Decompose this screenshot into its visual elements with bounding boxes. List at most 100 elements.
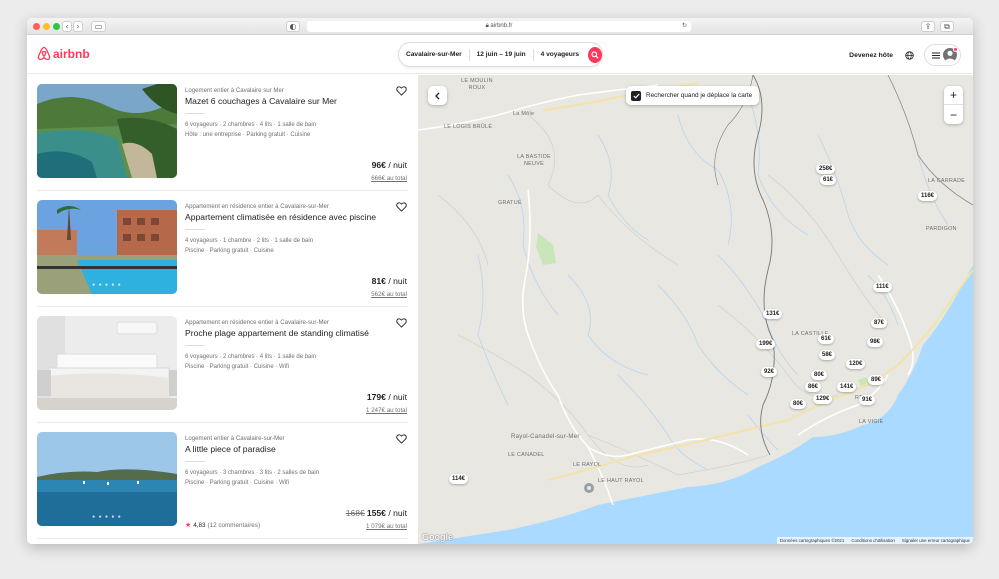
zoom-in-button[interactable]: + [944,86,963,105]
terms-link[interactable]: Conditions d'utilisation [851,538,895,543]
search-icon [591,50,599,59]
listing-photo[interactable] [37,316,177,410]
listing-photo[interactable]: ● ● ● ● ● [37,200,177,294]
price-pin[interactable]: 61€ [818,334,835,344]
map-place-label: Rayol-Canadel-sur-Mer [511,434,580,440]
price-pin[interactable]: 61€ [820,175,837,185]
site-header: airbnb Cavalaire-sur-Mer 12 juin – 19 ju… [27,35,973,74]
listing-photo[interactable] [37,84,177,178]
listing-type: Appartement en résidence entier à Cavala… [185,203,329,210]
search-location[interactable]: Cavalaire-sur-Mer [399,51,469,58]
heart-icon[interactable] [396,202,407,212]
price-pin[interactable]: 258€ [816,164,836,174]
map-place-label: La Môle [513,111,535,117]
price-pin[interactable]: 120€ [846,359,866,369]
listing-card[interactable]: Appartement en résidence entier à Cavala… [37,307,408,423]
map-place-label: LE MOULIN ROUX [461,78,493,91]
listing-type: Logement entier à Cavalaire sur Mer [185,87,284,94]
listing-card[interactable]: Logement entier à Cavalaire sur Mer Maze… [37,75,408,191]
airbnb-logo[interactable]: airbnb [37,46,90,61]
price-pin[interactable]: 111€ [873,282,892,292]
price-pin[interactable]: 98€ [867,337,884,347]
price-pin[interactable]: 80€ [811,370,828,380]
map-data-credit: Données cartographiques ©2021 [779,538,845,543]
tabs-overview-icon[interactable]: ⧉ [940,21,954,32]
search-guests[interactable]: 4 voyageurs [534,51,586,58]
price-pin[interactable]: 86€ [805,382,822,392]
listing-title[interactable]: Appartement climatisée en résidence avec… [185,212,407,222]
search-as-map-moves-toggle[interactable]: Rechercher quand je déplace la carte [626,86,760,105]
map-place-label: LE LOGIS BRÛLÉ [444,124,493,130]
heart-icon[interactable] [396,434,407,444]
listing-total-price[interactable]: 562€ au total [371,291,407,298]
globe-icon[interactable] [905,50,914,60]
listing-title[interactable]: Mazet 6 couchages à Cavalaire sur Mer [185,96,407,106]
map-back-button[interactable] [428,86,447,105]
report-error-link[interactable]: Signaler une erreur cartographique [902,538,970,543]
price-amount: 155€ [366,508,386,518]
search-dates[interactable]: 12 juin – 19 juin [470,51,533,58]
price-pin[interactable]: 87€ [871,318,888,328]
listing-title[interactable]: A little piece of paradise [185,444,407,454]
price-pin[interactable]: 114€ [449,474,469,484]
notification-dot [953,47,958,52]
listing-capacity: 6 voyageurs · 2 chambres · 4 lits · 1 sa… [185,122,317,128]
forward-nav-icon[interactable]: › [73,21,83,32]
chevron-left-icon [435,92,440,99]
listing-total-price[interactable]: 1 247€ au total [366,407,407,414]
header-actions: Devenez hôte [849,44,961,66]
review-count[interactable]: (12 commentaires) [208,522,261,529]
price-pin[interactable]: 141€ [837,382,857,392]
zoom-window-button[interactable] [53,23,60,30]
listing-amenities: Piscine · Parking gratuit · Cuisine · Wi… [185,364,290,370]
price-pin[interactable]: 89€ [868,375,885,385]
price-pin[interactable]: 92€ [761,367,778,377]
carousel-dots: ● ● ● ● ● [92,514,122,520]
minimize-window-button[interactable] [43,23,50,30]
price-amount: 179€ [366,392,386,402]
search-button[interactable] [588,46,602,63]
zoom-out-button[interactable]: − [944,105,963,124]
back-nav-icon[interactable]: ‹ [62,21,72,32]
user-menu-button[interactable] [924,44,961,66]
listing-rating: ★ 4,83 (12 commentaires) [185,521,261,530]
map-attribution: Données cartographiques ©2021 Conditions… [776,537,973,544]
listing-info: Logement entier à Cavalaire-sur-Mer A li… [185,435,407,488]
price-pin[interactable]: 129€ [813,394,833,404]
listing-price: 81€ / nuit [372,276,407,286]
price-pin[interactable]: 80€ [790,399,807,409]
listing-card[interactable]: ● ● ● ● ● Logement entier à Cavalaire-su… [37,423,408,539]
price-pin[interactable]: 131€ [763,309,783,319]
listing-amenities: Piscine · Parking gratuit · Cuisine [185,248,274,254]
listing-card[interactable]: ● ● ● ● ● Appartement en résidence entie… [37,191,408,307]
price-pin[interactable]: 58€ [819,350,836,360]
become-host-link[interactable]: Devenez hôte [849,52,893,59]
privacy-shield-icon[interactable]: ◐ [286,21,300,32]
carousel-dots: ● ● ● ● ● [92,282,122,288]
reload-icon[interactable]: ↻ [682,21,687,32]
price-pin[interactable]: 91€ [859,395,876,405]
price-amount: 81€ [371,276,386,286]
share-icon[interactable]: ⇪ [921,21,935,32]
listing-total-price[interactable]: 666€ au total [371,175,407,182]
address-bar[interactable]: 🔒︎ airbnb.fr ↻ [307,21,691,32]
listing-title[interactable]: Proche plage appartement de standing cli… [185,328,407,338]
price-amount: 96€ [371,160,386,170]
search-bar[interactable]: Cavalaire-sur-Mer 12 juin – 19 juin 4 vo… [398,42,603,67]
price-pin[interactable]: 116€ [918,191,938,201]
listing-photo[interactable]: ● ● ● ● ● [37,432,177,526]
heart-icon[interactable] [396,318,407,328]
listing-capacity: 4 voyageurs · 1 chambre · 2 lits · 1 sal… [185,238,314,244]
map-panel[interactable]: Rechercher quand je déplace la carte + −… [418,75,973,544]
listing-results: Logement entier à Cavalaire sur Mer Maze… [27,75,418,544]
listing-total-price[interactable]: 1 079€ au total [366,523,407,530]
map-place-label: LE CANADEL [508,452,545,458]
listing-price: 96€ / nuit [372,160,407,170]
heart-icon[interactable] [396,86,407,96]
close-window-button[interactable] [33,23,40,30]
sidebar-toggle-icon[interactable]: ▭ [91,21,106,32]
url-text: airbnb.fr [490,23,513,29]
price-pin[interactable]: 199€ [756,339,776,349]
checkbox-checked-icon[interactable] [631,90,641,101]
airbnb-belo-icon [37,46,51,61]
